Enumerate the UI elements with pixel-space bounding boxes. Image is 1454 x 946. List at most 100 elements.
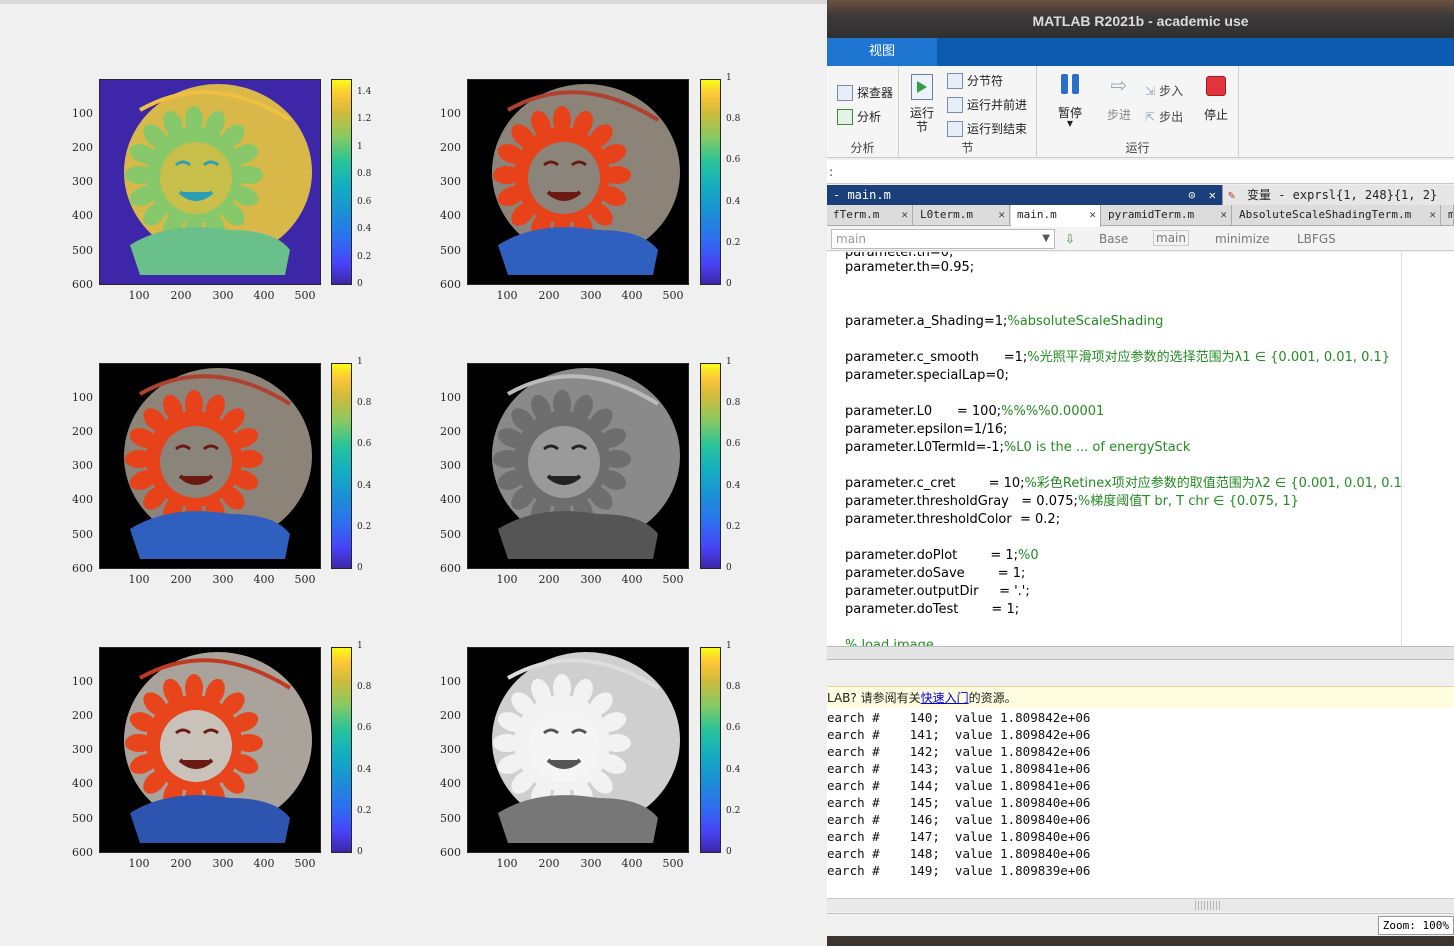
- code-line: parameter.outputDir = '.';: [845, 583, 1030, 601]
- close-tab-icon[interactable]: ✕: [1220, 205, 1227, 225]
- close-tab-icon[interactable]: ✕: [901, 205, 908, 225]
- colorbar-tick-label: 1.4: [357, 86, 372, 97]
- file-tab-active[interactable]: main.m ✕: [1011, 205, 1101, 227]
- code-line: parameter.epsilon=1/16;: [845, 421, 1007, 439]
- horizontal-scrollbar[interactable]: [827, 898, 1454, 912]
- code-editor[interactable]: parameter.th=0; parameter.th=0.95; parame…: [827, 252, 1401, 646]
- code-text: parameter.c_cret = 10;: [845, 476, 1025, 491]
- x-tick-label: 400: [621, 857, 643, 870]
- command-output-line: earch # 143; value 1.809841e+06: [827, 761, 1091, 776]
- colorbar-tick-label: 0.8: [357, 169, 372, 180]
- colorbar-tick-label: 0.4: [357, 224, 372, 235]
- file-tab[interactable]: fTerm.m ✕: [827, 205, 913, 226]
- x-tick-label: 300: [580, 857, 602, 870]
- x-tick-label: 100: [496, 573, 518, 586]
- pause-button[interactable]: 暂停 ▼: [1053, 74, 1087, 128]
- y-tick-label: 200: [72, 141, 93, 154]
- inspector-button[interactable]: 探查器: [837, 84, 893, 101]
- analyze-button[interactable]: 分析: [837, 108, 881, 125]
- y-tick-label: 400: [72, 209, 93, 222]
- section-break-icon: [947, 72, 963, 89]
- x-tick-label: 400: [253, 289, 275, 302]
- breadcrumb-item[interactable]: minimize: [1215, 232, 1270, 246]
- file-tab-label: pyramidTerm.m: [1108, 208, 1195, 221]
- section-break-button[interactable]: 分节符: [947, 72, 1003, 89]
- code-line: parameter.doPlot = 1;%0: [845, 547, 1039, 565]
- file-tab-label: main.m: [1017, 208, 1057, 221]
- image-axes[interactable]: [99, 363, 321, 569]
- colorbar-tick-label: 0.6: [357, 723, 372, 734]
- file-tab[interactable]: pyramidTerm.m ✕: [1102, 205, 1232, 226]
- step-out-button[interactable]: ⇱ 步出: [1145, 108, 1183, 125]
- x-tick-label: 400: [253, 857, 275, 870]
- breadcrumb-item[interactable]: LBFGS: [1297, 232, 1336, 246]
- colorbar-tick-label: 1.2: [357, 114, 372, 125]
- file-tab-label: L0term.m: [920, 208, 973, 221]
- close-tab-icon[interactable]: ✕: [1429, 205, 1436, 225]
- file-tab[interactable]: AbsoluteScaleShadingTerm.m ✕: [1233, 205, 1441, 226]
- file-tab[interactable]: L0term.m ✕: [914, 205, 1010, 226]
- stop-button[interactable]: 停止: [1201, 74, 1231, 122]
- file-tab[interactable]: m: [1442, 205, 1454, 226]
- close-tab-icon[interactable]: ✕: [1089, 205, 1096, 225]
- code-text: parameter.thresholdColor = 0.2;: [845, 512, 1061, 527]
- code-line: parameter.doSave = 1;: [845, 565, 1025, 583]
- y-tick-label: 200: [72, 709, 93, 722]
- colorbar-tick-label: 0.8: [357, 398, 372, 409]
- code-comment: %%%%0.00001: [1001, 404, 1105, 419]
- step-label: 步进: [1106, 108, 1131, 122]
- image-axes[interactable]: [467, 647, 689, 853]
- image-axes[interactable]: [467, 79, 689, 285]
- colorbar-tick-label: 0: [357, 563, 363, 573]
- header-suffix: 的资源。: [968, 691, 1017, 705]
- editor-title-bar: - main.m ⊙ ✕: [827, 185, 1222, 205]
- run-to-end-button[interactable]: 运行到结束: [947, 120, 1027, 137]
- command-output-line: earch # 142; value 1.809842e+06: [827, 744, 1091, 759]
- y-tick-label: 200: [440, 709, 461, 722]
- panel-splitter[interactable]: [827, 646, 1454, 660]
- colorbar-tick-label: 0.6: [357, 196, 372, 207]
- x-tick-label: 100: [128, 289, 150, 302]
- command-window[interactable]: earch # 140; value 1.809842e+06 earch # 1…: [827, 708, 1454, 898]
- step-in-button[interactable]: ⇲ 步入: [1145, 82, 1183, 99]
- x-tick-label: 200: [538, 289, 560, 302]
- run-section-button[interactable]: 运行 节: [907, 74, 937, 134]
- x-tick-label: 100: [496, 857, 518, 870]
- window-title: MATLAB R2021b - academic use: [1032, 13, 1249, 29]
- y-tick-label: 100: [72, 107, 93, 120]
- image-axes[interactable]: [99, 79, 321, 285]
- y-tick-label: 500: [72, 528, 93, 541]
- variable-editor-title[interactable]: ✎ 变量 - exprsl{1, 248}{1, 2}: [1222, 185, 1454, 205]
- breadcrumb-item[interactable]: Base: [1099, 232, 1128, 246]
- code-line: parameter.specialLap=0;: [845, 367, 1009, 385]
- editor-menu-icon[interactable]: ⊙: [1188, 188, 1195, 202]
- image-axes[interactable]: [99, 647, 321, 853]
- editor-close-icon[interactable]: ✕: [1209, 188, 1216, 202]
- scrollbar-grip[interactable]: [1195, 901, 1221, 910]
- y-tick-label: 200: [440, 141, 461, 154]
- breadcrumb-item[interactable]: main: [1153, 230, 1189, 246]
- image-axes[interactable]: [467, 363, 689, 569]
- y-tick-label: 600: [440, 846, 461, 859]
- function-select[interactable]: main ▼: [831, 229, 1055, 249]
- colorbar-tick-label: 1: [357, 357, 363, 367]
- stop-label: 停止: [1203, 108, 1228, 122]
- current-folder-bar[interactable]: :: [827, 160, 1454, 184]
- step-button[interactable]: ⇨ 步进: [1101, 74, 1137, 122]
- code-comment: %L0 is the ... of energyStack: [1003, 440, 1191, 455]
- status-bar: Zoom: 100%: [827, 913, 1454, 936]
- x-tick-label: 500: [662, 573, 684, 586]
- getting-started-link[interactable]: 快速入门: [921, 691, 969, 705]
- run-and-advance-button[interactable]: 运行并前进: [947, 96, 1027, 113]
- close-tab-icon[interactable]: ✕: [998, 205, 1005, 225]
- y-tick-label: 500: [440, 244, 461, 257]
- code-text: parameter.doTest = 1;: [845, 602, 1020, 617]
- colorbar-tick-label: 0.8: [726, 114, 741, 125]
- code-line: parameter.thresholdColor = 0.2;: [845, 511, 1060, 529]
- command-window-toolbar: [827, 660, 1454, 686]
- return-icon[interactable]: ⇩: [1065, 232, 1075, 246]
- tab-view[interactable]: 视图: [827, 38, 937, 66]
- x-tick-label: 100: [128, 857, 150, 870]
- code-text: parameter.a_Shading=1;: [845, 314, 1008, 329]
- x-tick-label: 300: [212, 573, 234, 586]
